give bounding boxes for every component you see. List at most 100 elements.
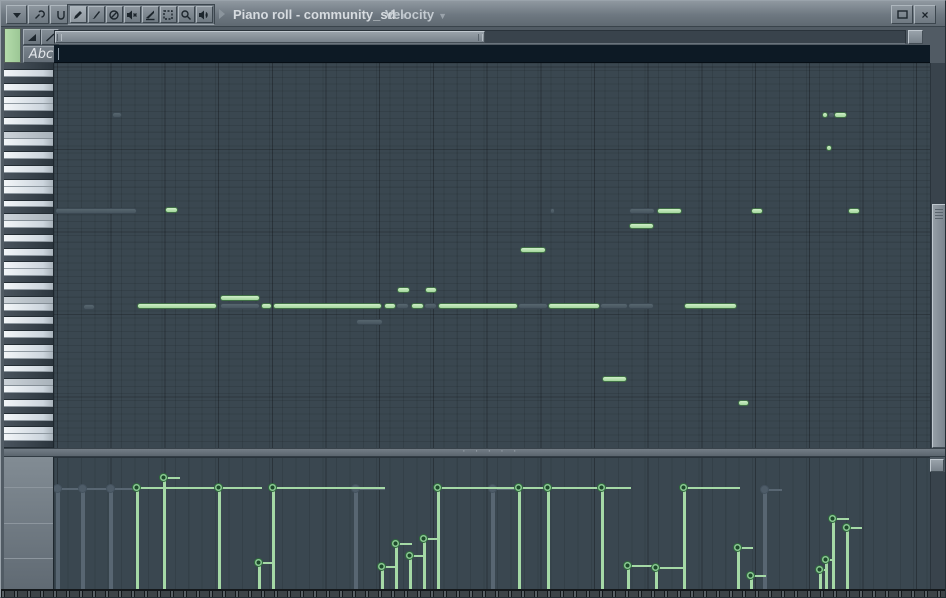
piano-key[interactable] bbox=[4, 255, 53, 263]
piano-key[interactable] bbox=[4, 365, 53, 373]
velocity-scrollbar-button[interactable] bbox=[930, 459, 944, 472]
piano-key[interactable] bbox=[4, 310, 53, 318]
piano-key[interactable] bbox=[4, 324, 53, 332]
draw-tool-button[interactable] bbox=[69, 6, 87, 23]
piano-key[interactable] bbox=[4, 399, 53, 407]
piano-key[interactable] bbox=[4, 124, 53, 132]
vertical-scrollbar-thumb[interactable] bbox=[932, 204, 945, 448]
velocity-handle[interactable] bbox=[254, 558, 263, 567]
piano-key[interactable] bbox=[4, 234, 53, 242]
slide-note-button[interactable] bbox=[23, 29, 41, 45]
piano-key[interactable] bbox=[4, 145, 53, 153]
target-control-selector[interactable]: Velocity ▼ bbox=[385, 7, 447, 22]
zoom-tool-button[interactable] bbox=[177, 6, 195, 23]
velocity-handle[interactable] bbox=[815, 565, 824, 574]
piano-key[interactable] bbox=[4, 351, 53, 359]
midi-note[interactable] bbox=[220, 295, 260, 301]
close-button[interactable]: × bbox=[914, 5, 936, 24]
piano-key[interactable] bbox=[4, 193, 53, 201]
velocity-handle[interactable] bbox=[391, 539, 400, 548]
velocity-handle[interactable] bbox=[54, 484, 62, 493]
midi-note[interactable] bbox=[137, 303, 217, 309]
piano-key[interactable] bbox=[4, 228, 53, 235]
piano-key[interactable] bbox=[4, 296, 53, 304]
velocity-handle[interactable] bbox=[159, 473, 168, 482]
delete-tool-button[interactable] bbox=[105, 6, 123, 23]
velocity-handle[interactable] bbox=[821, 555, 830, 564]
ghost-note[interactable] bbox=[628, 303, 654, 309]
ghost-note[interactable] bbox=[55, 208, 137, 214]
window-title[interactable]: Piano roll - community_sd ▼ bbox=[233, 7, 408, 22]
piano-key[interactable] bbox=[4, 331, 53, 338]
piano-key[interactable] bbox=[4, 393, 53, 400]
midi-note[interactable] bbox=[273, 303, 382, 309]
piano-key[interactable] bbox=[4, 269, 53, 277]
ghost-note[interactable] bbox=[396, 303, 409, 309]
midi-note[interactable] bbox=[826, 145, 832, 151]
title-bar[interactable]: Piano roll - community_sd ▼ Velocity ▼ × bbox=[1, 1, 945, 27]
piano-key[interactable] bbox=[4, 166, 53, 173]
slice-tool-button[interactable] bbox=[141, 6, 159, 23]
velocity-handle[interactable] bbox=[433, 483, 442, 492]
piano-key[interactable] bbox=[4, 69, 53, 77]
piano-key[interactable] bbox=[4, 104, 53, 112]
piano-key[interactable] bbox=[4, 379, 53, 387]
piano-key[interactable] bbox=[4, 179, 53, 187]
velocity-handle[interactable] bbox=[214, 483, 223, 492]
piano-key[interactable] bbox=[4, 289, 53, 297]
piano-key[interactable] bbox=[4, 159, 53, 167]
midi-note[interactable] bbox=[657, 208, 682, 214]
midi-note[interactable] bbox=[397, 287, 410, 293]
midi-note[interactable] bbox=[751, 208, 763, 214]
velocity-handle[interactable] bbox=[760, 485, 769, 494]
piano-key[interactable] bbox=[4, 118, 53, 125]
piano-key[interactable] bbox=[4, 241, 53, 249]
midi-note[interactable] bbox=[834, 112, 847, 118]
piano-key[interactable] bbox=[4, 83, 53, 91]
ghost-note[interactable] bbox=[83, 304, 95, 310]
velocity-left-panel[interactable] bbox=[4, 457, 54, 589]
piano-key[interactable] bbox=[4, 406, 53, 414]
piano-key[interactable] bbox=[4, 221, 53, 228]
vertical-scrollbar[interactable] bbox=[930, 63, 945, 448]
midi-note[interactable] bbox=[738, 400, 749, 406]
playhead-cursor[interactable] bbox=[58, 48, 59, 60]
velocity-editor[interactable] bbox=[54, 457, 930, 589]
piano-key[interactable] bbox=[4, 303, 53, 311]
velocity-handle[interactable] bbox=[733, 543, 742, 552]
piano-key[interactable] bbox=[4, 200, 53, 208]
piano-key[interactable] bbox=[4, 111, 53, 118]
midi-note[interactable] bbox=[411, 303, 424, 309]
velocity-handle[interactable] bbox=[842, 523, 851, 532]
midi-note[interactable] bbox=[165, 207, 178, 213]
midi-note[interactable] bbox=[520, 247, 546, 253]
velocity-handle[interactable] bbox=[746, 571, 755, 580]
piano-key[interactable] bbox=[4, 186, 53, 194]
midi-note[interactable] bbox=[384, 303, 396, 309]
ghost-note[interactable] bbox=[550, 208, 555, 214]
piano-key[interactable] bbox=[4, 173, 53, 180]
paint-tool-button[interactable] bbox=[87, 6, 105, 23]
midi-note[interactable] bbox=[684, 303, 737, 309]
midi-note[interactable] bbox=[848, 208, 860, 214]
note-grid[interactable] bbox=[54, 63, 930, 448]
piano-key[interactable] bbox=[4, 248, 53, 256]
velocity-handle[interactable] bbox=[377, 562, 386, 571]
velocity-handle[interactable] bbox=[543, 483, 552, 492]
piano-key[interactable] bbox=[4, 386, 53, 393]
velocity-handle[interactable] bbox=[419, 534, 428, 543]
midi-note[interactable] bbox=[425, 287, 437, 293]
piano-key[interactable] bbox=[4, 413, 53, 421]
velocity-handle[interactable] bbox=[514, 483, 523, 492]
ghost-note[interactable] bbox=[356, 319, 383, 325]
velocity-scrollbar-track[interactable] bbox=[930, 472, 945, 589]
piano-key[interactable] bbox=[4, 262, 53, 270]
velocity-handle[interactable] bbox=[828, 514, 837, 523]
piano-key[interactable] bbox=[4, 344, 53, 352]
horizontal-scrollbar-button[interactable] bbox=[908, 30, 923, 44]
midi-note[interactable] bbox=[629, 223, 654, 229]
velocity-handle[interactable] bbox=[651, 563, 660, 572]
velocity-handle[interactable] bbox=[405, 551, 414, 560]
velocity-handle[interactable] bbox=[679, 483, 688, 492]
horizontal-scrollbar-thumb[interactable] bbox=[55, 31, 485, 43]
